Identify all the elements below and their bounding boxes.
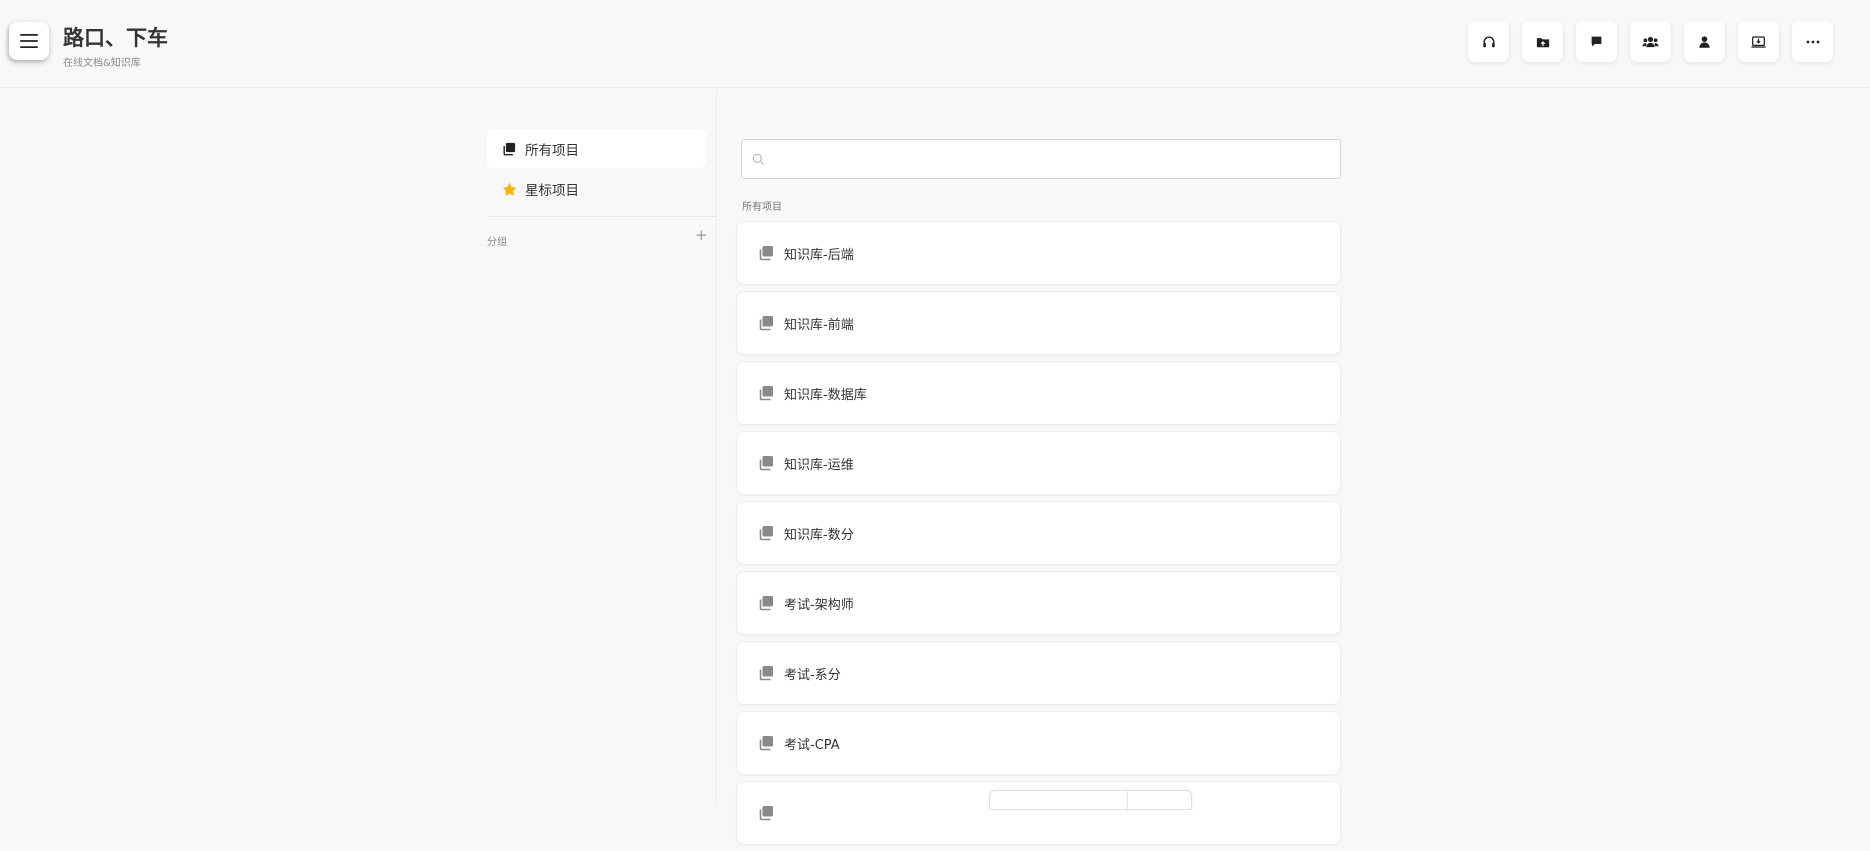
project-title: 知识库-数分 [784, 527, 854, 543]
support-button[interactable] [1468, 21, 1509, 62]
section-label: 所有项目 [742, 202, 782, 213]
project-stack-icon [758, 385, 774, 401]
project-card[interactable]: 知识库-后端 [736, 221, 1341, 285]
profile-button[interactable] [1684, 21, 1725, 62]
sidebar-separator [487, 216, 716, 217]
project-title: 知识库-前端 [784, 317, 854, 333]
workspace-title: 路口、下车 [63, 26, 168, 50]
project-stack-icon [758, 805, 774, 821]
project-title: 知识库-数据库 [784, 387, 867, 403]
search-icon [752, 153, 765, 165]
project-card[interactable]: 考试-CPA [736, 711, 1341, 775]
project-card[interactable]: 考试-系分 [736, 641, 1341, 705]
upload-folder-button[interactable] [1522, 21, 1563, 62]
sidebar-item-label: 星标项目 [525, 183, 579, 199]
project-title: 知识库-运维 [784, 457, 854, 473]
star-icon [501, 181, 517, 197]
project-title: 考试-CPA [784, 737, 840, 753]
project-card[interactable]: 知识库-运维 [736, 431, 1341, 495]
headphones-icon [1482, 36, 1495, 47]
search-box[interactable] [741, 139, 1341, 179]
project-card[interactable]: 知识库-前端 [736, 291, 1341, 355]
sidebar-divider [716, 89, 717, 806]
project-stack-icon [758, 455, 774, 471]
menu-button[interactable] [9, 22, 49, 60]
project-card[interactable]: 考试-架构师 [736, 571, 1341, 635]
more-icon [1806, 40, 1819, 43]
users-icon [1642, 36, 1659, 47]
user-icon [1699, 35, 1710, 48]
sidebar-item-label: 所有项目 [525, 143, 579, 159]
project-title: 知识库-后端 [784, 247, 854, 263]
hamburger-menu-icon [20, 34, 38, 48]
add-group-button[interactable]: + [695, 226, 708, 244]
project-card[interactable]: 知识库-数据库 [736, 361, 1341, 425]
stack-icon [501, 141, 517, 157]
sidebar-item-all-projects[interactable]: 所有项目 [487, 130, 706, 168]
project-title: 考试-系分 [784, 667, 841, 683]
groups-label: 分组 [487, 237, 507, 248]
search-input[interactable] [773, 144, 1340, 174]
import-icon [1751, 35, 1766, 48]
project-stack-icon [758, 245, 774, 261]
project-title: 考试-架构师 [784, 597, 854, 613]
workspace-subtitle: 在线文档&知识库 [63, 58, 141, 69]
sidebar-item-starred[interactable]: 星标项目 [487, 170, 706, 208]
floating-panel[interactable] [989, 790, 1192, 811]
project-stack-icon [758, 665, 774, 681]
header-toolbar [1468, 21, 1833, 62]
comments-button[interactable] [1576, 21, 1617, 62]
import-button[interactable] [1738, 21, 1779, 62]
app-header: 路口、下车 在线文档&知识库 [0, 0, 1870, 88]
panel-divider [1127, 791, 1128, 811]
project-stack-icon [758, 525, 774, 541]
project-stack-icon [758, 595, 774, 611]
folder-upload-icon [1536, 37, 1549, 47]
project-stack-icon [758, 735, 774, 751]
project-stack-icon [758, 315, 774, 331]
team-button[interactable] [1630, 21, 1671, 62]
project-card[interactable]: 知识库-数分 [736, 501, 1341, 565]
more-button[interactable] [1792, 21, 1833, 62]
comment-icon [1591, 36, 1602, 47]
project-list: 知识库-后端 知识库-前端 知识库-数据库 知识库-运维 知识库-数分 考试-架构师 考试-… [736, 221, 1341, 851]
